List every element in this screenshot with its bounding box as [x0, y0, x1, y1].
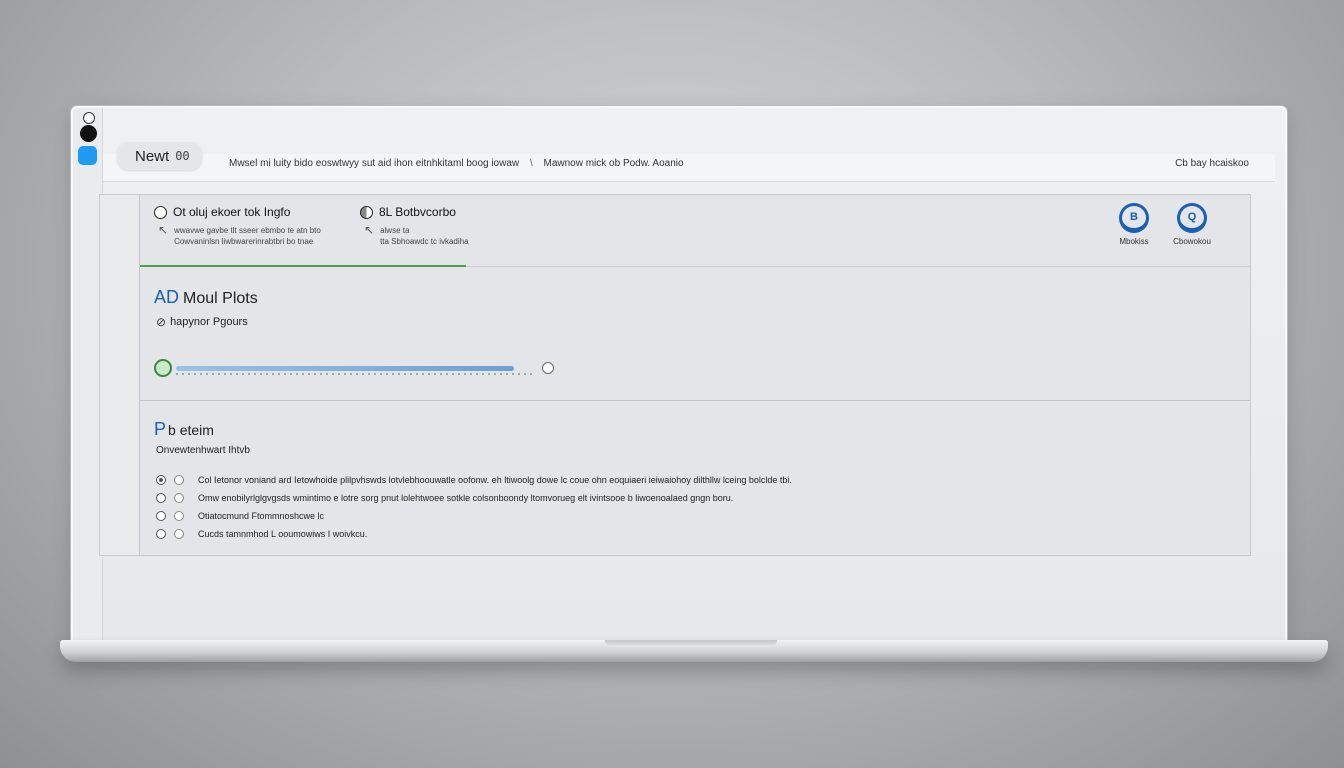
main-panel: Ot oluj ekoer tok Ingfo ↖ wwavwe gavbe t…: [99, 194, 1251, 556]
window-title: Newt: [135, 147, 170, 165]
action-button-2-label: Cbowokou: [1173, 237, 1211, 246]
header-option-1-label: Ot oluj ekoer tok Ingfo: [173, 205, 291, 219]
slider-start-handle-icon[interactable]: [154, 359, 172, 377]
left-strip: [100, 195, 140, 555]
slider-track[interactable]: [176, 366, 515, 371]
item-list: Col Ietonor voniand ard Ietowhoide plilp…: [156, 471, 1156, 543]
section-items-subtitle: Onvewtenhwart Ihtvb: [156, 445, 250, 456]
radio-icon[interactable]: [174, 475, 184, 485]
slider-end-handle-icon[interactable]: [542, 362, 554, 374]
section-plots-accent: AD: [154, 287, 180, 307]
section-items: Pb eteim Onvewtenhwart Ihtvb Col Ietonor…: [140, 401, 1250, 555]
header-option-2-sub-1: alwse ta: [380, 226, 410, 235]
section-plots: AD Moul Plots ⊘ hapynor Pgours: [140, 267, 1250, 401]
list-item[interactable]: Omw enobilyrlglgvgsds wmintimo e lotre s…: [156, 489, 1156, 507]
radio-half-icon[interactable]: [360, 205, 373, 219]
window-outline-dot-icon[interactable]: [83, 112, 95, 124]
search-device-icon: Q: [1177, 203, 1207, 233]
progress-slider[interactable]: [154, 359, 574, 379]
radio-selected-icon[interactable]: [156, 475, 166, 485]
laptop-notch: [605, 640, 777, 647]
radio-icon[interactable]: [174, 529, 184, 539]
section-plots-subtitle-text: hapynor Pgours: [170, 316, 248, 328]
radio-icon[interactable]: [156, 493, 166, 503]
breadcrumb-left[interactable]: Mwsel mi luity bido eoswtwyy sut aid iho…: [229, 158, 519, 169]
section-plots-title: AD Moul Plots: [154, 287, 258, 308]
list-item-text: Col Ietonor voniand ard Ietowhoide plilp…: [198, 475, 792, 485]
list-item-text: Omw enobilyrlglgvgsds wmintimo e lotre s…: [198, 493, 734, 503]
section-items-title: Pb eteim: [154, 419, 214, 440]
header-option-1-sub-1: wwavwe gavbe tlt sseer ebmbo te atn bto: [174, 226, 321, 235]
laptop-base: [60, 640, 1328, 662]
window-title-suffix: 00: [175, 149, 190, 163]
link-icon: ⊘: [156, 315, 167, 329]
section-plots-subtitle: ⊘ hapynor Pgours: [156, 315, 248, 329]
section-items-title-text: b eteim: [168, 422, 214, 438]
list-item[interactable]: Col Ietonor voniand ard Ietowhoide plilp…: [156, 471, 1156, 489]
radio-icon[interactable]: [154, 205, 167, 219]
action-button-1-label: Mbokiss: [1119, 237, 1149, 246]
radio-icon[interactable]: [174, 493, 184, 503]
list-item[interactable]: Cucds tamnmhod L ooumowiws I woivkcu.: [156, 525, 1156, 543]
action-button-1[interactable]: B Mbokiss: [1104, 203, 1164, 246]
section-items-accent: P: [154, 419, 167, 439]
action-button-2[interactable]: Q Cbowokou: [1162, 203, 1222, 246]
header-option-2[interactable]: 8L Botbvcorbo ↖ alwse ta tta Sbhoawdc tc…: [360, 205, 469, 247]
pointer-icon: ↖: [158, 223, 169, 237]
header-option-2-sub-2: tta Sbhoawdc tc ivkadiha: [380, 237, 469, 246]
slider-ticks: [176, 373, 532, 375]
pointer-icon: ↖: [364, 223, 375, 237]
app-blue-badge-icon[interactable]: [78, 146, 97, 165]
header-row: Ot oluj ekoer tok Ingfo ↖ wwavwe gavbe t…: [140, 195, 1250, 267]
breadcrumb: Mwsel mi luity bido eoswtwyy sut aid iho…: [229, 158, 684, 169]
header-option-1-sub-2: Cowvaninlsn liwbwarerinrabtbri bo tnae: [174, 237, 314, 246]
section-plots-title-text: Moul Plots: [183, 290, 258, 307]
device-icon: B: [1119, 203, 1149, 233]
radio-icon[interactable]: [156, 511, 166, 521]
laptop-screen: Newt 00 Mwsel mi luity bido eoswtwyy sut…: [71, 106, 1287, 646]
list-item[interactable]: Otiatocmund Ftommnoshcwe lc: [156, 507, 1156, 525]
window-black-dot-icon[interactable]: [80, 125, 97, 142]
header-option-2-label: 8L Botbvcorbo: [379, 205, 456, 219]
top-bar: Newt 00 Mwsel mi luity bido eoswtwyy sut…: [103, 142, 1275, 182]
list-item-text: Cucds tamnmhod L ooumowiws I woivkcu.: [198, 529, 368, 539]
top-right-link[interactable]: Cb bay hcaiskoo: [1175, 158, 1249, 169]
breadcrumb-right[interactable]: Mawnow mick ob Podw. Aoanio: [543, 158, 683, 169]
list-item-text: Otiatocmund Ftommnoshcwe lc: [198, 511, 325, 521]
window-title-pill[interactable]: Newt 00: [117, 142, 202, 170]
radio-icon[interactable]: [174, 511, 184, 521]
header-option-1[interactable]: Ot oluj ekoer tok Ingfo ↖ wwavwe gavbe t…: [154, 205, 321, 247]
breadcrumb-separator: \: [529, 158, 533, 169]
radio-icon[interactable]: [156, 529, 166, 539]
